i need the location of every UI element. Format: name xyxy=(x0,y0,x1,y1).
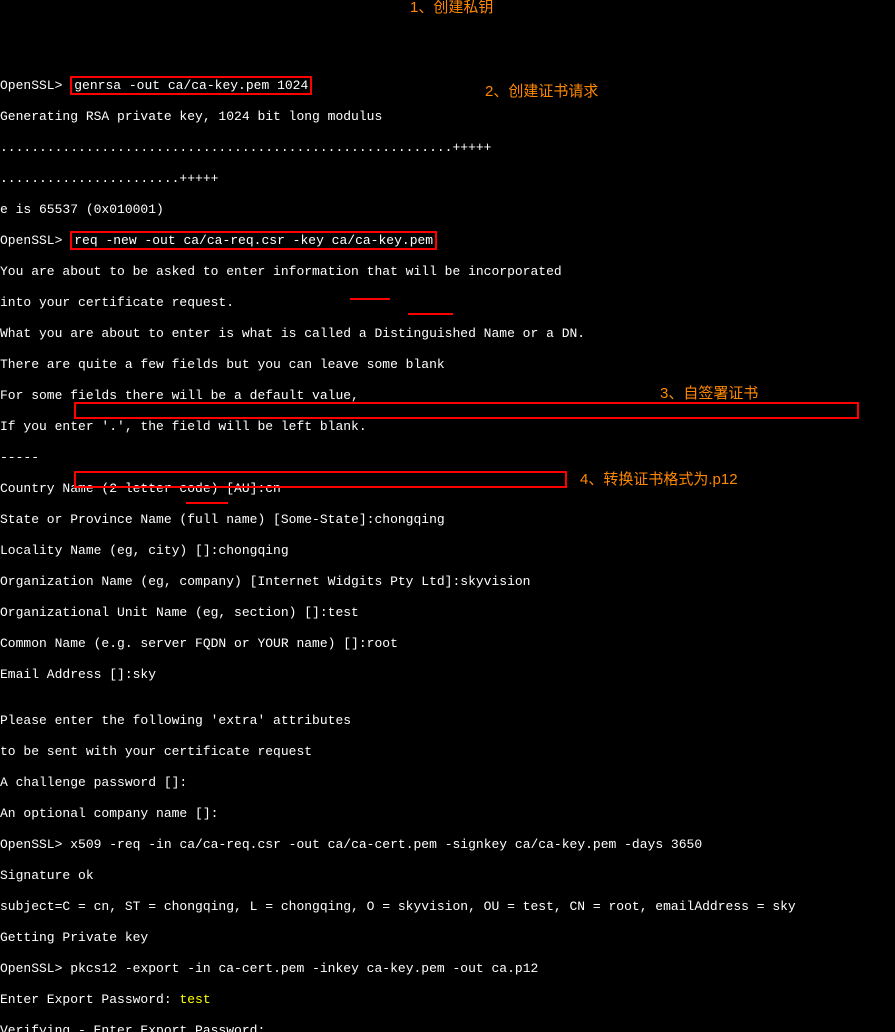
output-line: A challenge password []: xyxy=(0,775,895,791)
output-line: Signature ok xyxy=(0,868,895,884)
underline-root xyxy=(408,313,453,315)
output-line: Locality Name (eg, city) []:chongqing xyxy=(0,543,895,559)
output-line: subject=C = cn, ST = chongqing, L = chon… xyxy=(0,899,895,915)
output-line: Organizational Unit Name (eg, section) [… xyxy=(0,605,895,621)
output-line: Enter Export Password: xyxy=(0,992,172,1007)
terminal-output: OpenSSL> genrsa -out ca/ca-key.pem 1024 … xyxy=(0,62,895,1032)
output-line: You are about to be asked to enter infor… xyxy=(0,264,895,280)
annotation-4: 4、转换证书格式为.p12 xyxy=(580,472,738,488)
output-line: Organization Name (eg, company) [Interne… xyxy=(0,574,895,590)
password-input: test xyxy=(172,992,211,1007)
output-line: Country Name (2 letter code) [AU]:cn xyxy=(0,481,895,497)
command-2: req -new -out ca/ca-req.csr -key ca/ca-k… xyxy=(70,231,437,250)
output-line: e is 65537 (0x010001) xyxy=(0,202,895,218)
output-line: For some fields there will be a default … xyxy=(0,388,895,404)
prompt: OpenSSL> xyxy=(0,233,62,248)
command-4: pkcs12 -export -in ca-cert.pem -inkey ca… xyxy=(70,961,538,976)
underline-test-password xyxy=(186,502,228,504)
command-1: genrsa -out ca/ca-key.pem 1024 xyxy=(70,76,312,95)
output-line: .......................+++++ xyxy=(0,171,895,187)
output-line: Verifying - Enter Export Password: xyxy=(0,1023,895,1032)
output-line: Please enter the following 'extra' attri… xyxy=(0,713,895,729)
output-line: What you are about to enter is what is c… xyxy=(0,326,895,342)
output-line: An optional company name []: xyxy=(0,806,895,822)
output-line: Generating RSA private key, 1024 bit lon… xyxy=(0,109,895,125)
output-line: Getting Private key xyxy=(0,930,895,946)
prompt: OpenSSL> xyxy=(0,837,62,852)
output-line: ----- xyxy=(0,450,895,466)
output-line: to be sent with your certificate request xyxy=(0,744,895,760)
output-line: Email Address []:sky xyxy=(0,667,895,683)
output-line: Common Name (e.g. server FQDN or YOUR na… xyxy=(0,636,895,652)
output-line: into your certificate request. xyxy=(0,295,895,311)
prompt: OpenSSL> xyxy=(0,961,62,976)
annotation-1: 1、创建私钥 xyxy=(410,0,493,16)
output-line: ........................................… xyxy=(0,140,895,156)
annotation-3: 3、自签署证书 xyxy=(660,386,758,402)
output-line: There are quite a few fields but you can… xyxy=(0,357,895,373)
output-line: State or Province Name (full name) [Some… xyxy=(0,512,895,528)
prompt: OpenSSL> xyxy=(0,78,62,93)
underline-test xyxy=(350,298,390,300)
command-3: x509 -req -in ca/ca-req.csr -out ca/ca-c… xyxy=(70,837,702,852)
output-line: If you enter '.', the field will be left… xyxy=(0,419,895,435)
annotation-2: 2、创建证书请求 xyxy=(485,84,598,100)
